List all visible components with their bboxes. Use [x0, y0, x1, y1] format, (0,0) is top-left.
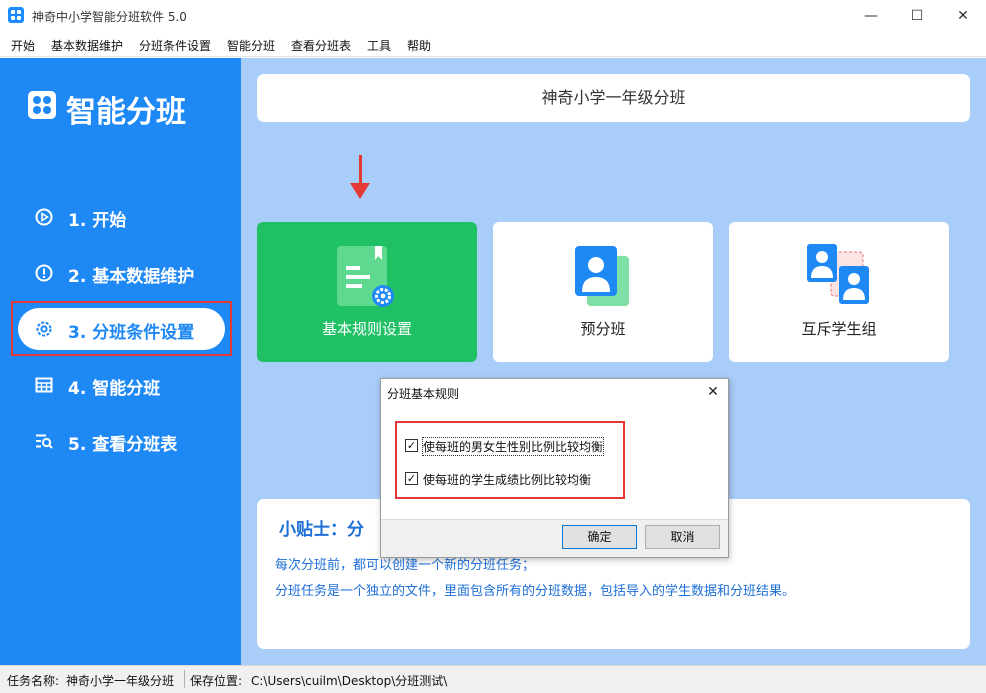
status-path-label: 保存位置:	[190, 674, 243, 688]
card-pre-class[interactable]: 预分班	[493, 222, 713, 362]
window-title: 神奇中小学智能分班软件 5.0	[32, 10, 187, 24]
menu-help[interactable]: 帮助	[407, 37, 431, 54]
exclusive-students-icon	[807, 244, 869, 304]
app-name: 智能分班	[66, 95, 186, 130]
student-cards-icon	[575, 246, 629, 306]
status-task-value: 神奇小学一年级分班	[66, 674, 175, 688]
sidebar-item-start[interactable]: 1. 开始	[18, 196, 225, 238]
title-bar: 神奇中小学智能分班软件 5.0 — ☐ ✕	[0, 0, 986, 32]
list-search-icon	[36, 434, 53, 449]
menu-tools[interactable]: 工具	[367, 37, 391, 54]
pointer-arrow-head	[350, 183, 370, 199]
card-label: 基本规则设置	[321, 320, 412, 338]
card-exclusive-groups[interactable]: 互斥学生组	[729, 222, 949, 362]
status-task-label: 任务名称:	[7, 674, 60, 688]
sidebar-item-label: 5. 查看分班表	[68, 435, 178, 455]
sidebar-item-label: 1. 开始	[68, 211, 127, 231]
menu-class-conditions[interactable]: 分班条件设置	[139, 37, 211, 54]
tips-line: 分班任务是一个独立的文件，里面包含所有的分班数据，包括导入的学生数据和分班结果。	[275, 584, 796, 599]
status-path-value: C:\Users\cuilm\Desktop\分班测试\	[251, 674, 448, 688]
tips-title: 小贴士：分	[279, 520, 364, 540]
cancel-button[interactable]: 取消	[645, 525, 720, 549]
menu-start[interactable]: 开始	[11, 37, 35, 54]
task-title: 神奇小学一年级分班	[257, 74, 970, 122]
ok-button[interactable]: 确定	[562, 525, 637, 549]
table-grid-icon	[35, 377, 53, 393]
highlight-frame	[395, 421, 625, 499]
dialog-close-button[interactable]: ✕	[704, 383, 722, 401]
sidebar-item-basic-data[interactable]: 2. 基本数据维护	[18, 252, 225, 294]
info-circle-icon	[35, 264, 53, 282]
dialog-title-bar: 分班基本规则 ✕	[381, 379, 728, 407]
card-label: 预分班	[580, 320, 626, 338]
sidebar-item-label: 2. 基本数据维护	[68, 267, 195, 287]
highlight-frame	[11, 301, 232, 356]
app-logo-icon	[28, 91, 56, 119]
menu-view-table[interactable]: 查看分班表	[291, 37, 351, 54]
pointer-arrow	[359, 155, 362, 185]
play-circle-icon	[35, 208, 53, 226]
card-label: 互斥学生组	[801, 320, 877, 338]
app-icon	[8, 7, 24, 23]
maximize-button[interactable]: ☐	[894, 0, 940, 32]
close-button[interactable]: ✕	[940, 0, 986, 32]
menu-bar: 开始 基本数据维护 分班条件设置 智能分班 查看分班表 工具 帮助	[0, 32, 986, 57]
minimize-button[interactable]: —	[848, 0, 894, 32]
dialog-title: 分班基本规则	[387, 387, 460, 401]
menu-smart-class[interactable]: 智能分班	[227, 37, 275, 54]
rules-dialog: 分班基本规则 ✕ ✓ 使每班的男女生性别比例比较均衡 ✓ 使每班的学生成绩比例比…	[380, 378, 729, 558]
main-panel: 神奇小学一年级分班 基本规则设置 预分班 互斥学生组 小贴士：分 每次分班前，都…	[241, 58, 986, 665]
menu-basic-data[interactable]: 基本数据维护	[51, 37, 123, 54]
sidebar-item-smart-class[interactable]: 4. 智能分班	[18, 364, 225, 406]
sidebar-item-view-table[interactable]: 5. 查看分班表	[18, 420, 225, 462]
rulebook-gear-icon	[337, 246, 394, 307]
sidebar-item-label: 4. 智能分班	[68, 379, 161, 399]
card-basic-rules[interactable]: 基本规则设置	[257, 222, 477, 362]
sidebar: 智能分班 1. 开始 2. 基本数据维护 3. 分班条件设置 4. 智能分班 5…	[0, 58, 241, 665]
status-separator	[184, 670, 185, 688]
status-bar: 任务名称: 神奇小学一年级分班 保存位置: C:\Users\cuilm\Des…	[0, 665, 986, 693]
